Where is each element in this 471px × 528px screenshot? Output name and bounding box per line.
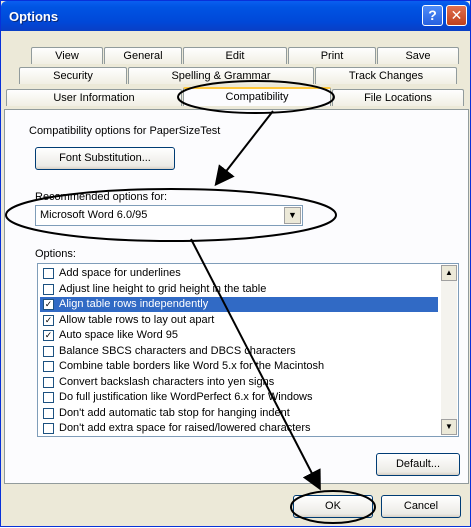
default-button[interactable]: Default...	[376, 453, 460, 476]
checkbox-icon[interactable]	[43, 423, 54, 434]
option-row[interactable]: Add space for underlines	[40, 266, 438, 281]
option-label: Convert backslash characters into yen si…	[59, 375, 275, 388]
close-button[interactable]: ✕	[446, 5, 467, 26]
tab-security[interactable]: Security	[19, 67, 127, 84]
ok-button[interactable]: OK	[293, 495, 373, 518]
checkbox-icon[interactable]	[43, 361, 54, 372]
checkbox-checked-icon[interactable]: ✓	[43, 330, 54, 341]
checkbox-icon[interactable]	[43, 392, 54, 403]
scroll-down-icon[interactable]: ▼	[441, 419, 457, 435]
tab-print[interactable]: Print	[288, 47, 376, 64]
checkbox-icon[interactable]	[43, 345, 54, 357]
options-scrollbar[interactable]: ▲ ▼	[441, 265, 457, 435]
option-label: Adjust line height to grid height in the…	[59, 282, 267, 295]
checkbox-icon[interactable]	[43, 283, 54, 295]
tab-general[interactable]: General	[104, 47, 182, 64]
option-label: Balance SBCS characters and DBCS charact…	[59, 344, 296, 357]
tab-track-changes[interactable]: Track Changes	[315, 67, 457, 84]
option-row[interactable]: Adjust line height to grid height in the…	[40, 282, 438, 297]
options-dialog: Options ? ✕ View General Edit Print Save…	[0, 0, 471, 527]
title-bar[interactable]: Options ? ✕	[1, 1, 470, 31]
recommended-options-value: Microsoft Word 6.0/95	[40, 209, 148, 221]
checkbox-icon[interactable]	[43, 376, 54, 388]
tab-edit[interactable]: Edit	[183, 47, 287, 64]
checkbox-icon[interactable]	[43, 268, 54, 279]
checkbox-icon[interactable]	[43, 407, 54, 419]
option-row[interactable]: ✓ Allow table rows to lay out apart	[40, 313, 438, 328]
recommended-options-label: Recommended options for:	[35, 191, 168, 203]
font-substitution-button[interactable]: Font Substitution...	[35, 147, 175, 170]
option-label: Allow table rows to lay out apart	[59, 313, 215, 326]
checkbox-checked-icon[interactable]: ✓	[43, 299, 54, 310]
option-row[interactable]: Do full justification like WordPerfect 6…	[40, 390, 438, 405]
option-row[interactable]: ✓ Align table rows independently	[40, 297, 438, 312]
option-label: Auto space like Word 95	[59, 329, 179, 341]
options-label: Options:	[35, 248, 76, 260]
option-row[interactable]: Don't add extra space for raised/lowered…	[40, 421, 438, 436]
option-label: Add space for underlines	[59, 267, 181, 279]
help-button[interactable]: ?	[422, 5, 443, 26]
tab-save[interactable]: Save	[377, 47, 459, 64]
option-row[interactable]: Don't add automatic tab stop for hanging…	[40, 406, 438, 421]
scroll-up-icon[interactable]: ▲	[441, 265, 457, 281]
option-row[interactable]: Balance SBCS characters and DBCS charact…	[40, 344, 438, 359]
tab-user-information[interactable]: User Information	[6, 89, 182, 106]
option-row[interactable]: Convert backslash characters into yen si…	[40, 375, 438, 390]
tab-view[interactable]: View	[31, 47, 103, 64]
option-label: Do full justification like WordPerfect 6…	[59, 391, 313, 403]
option-row[interactable]: Combine table borders like Word 5.x for …	[40, 359, 438, 374]
option-label: Don't add automatic tab stop for hanging…	[59, 406, 290, 419]
options-list[interactable]: ▲ ▼ Add space for underlines Adjust line …	[37, 263, 459, 437]
option-label: Don't add extra space for raised/lowered…	[59, 422, 311, 434]
recommended-options-select[interactable]: Microsoft Word 6.0/95 ▼	[35, 205, 303, 226]
option-row[interactable]: ✓ Auto space like Word 95	[40, 328, 438, 343]
window-title: Options	[9, 9, 59, 24]
option-label: Combine table borders like Word 5.x for …	[59, 360, 325, 372]
tab-compatibility[interactable]: Compatibility	[183, 87, 331, 106]
option-label: Align table rows independently	[59, 298, 209, 310]
dropdown-arrow-icon[interactable]: ▼	[284, 207, 301, 224]
checkbox-checked-icon[interactable]: ✓	[43, 314, 54, 326]
tab-spelling-grammar[interactable]: Spelling & Grammar	[128, 67, 314, 84]
cancel-button[interactable]: Cancel	[381, 495, 461, 518]
tab-file-locations[interactable]: File Locations	[332, 89, 464, 106]
compatibility-options-label: Compatibility options for PaperSizeTest	[29, 125, 221, 137]
